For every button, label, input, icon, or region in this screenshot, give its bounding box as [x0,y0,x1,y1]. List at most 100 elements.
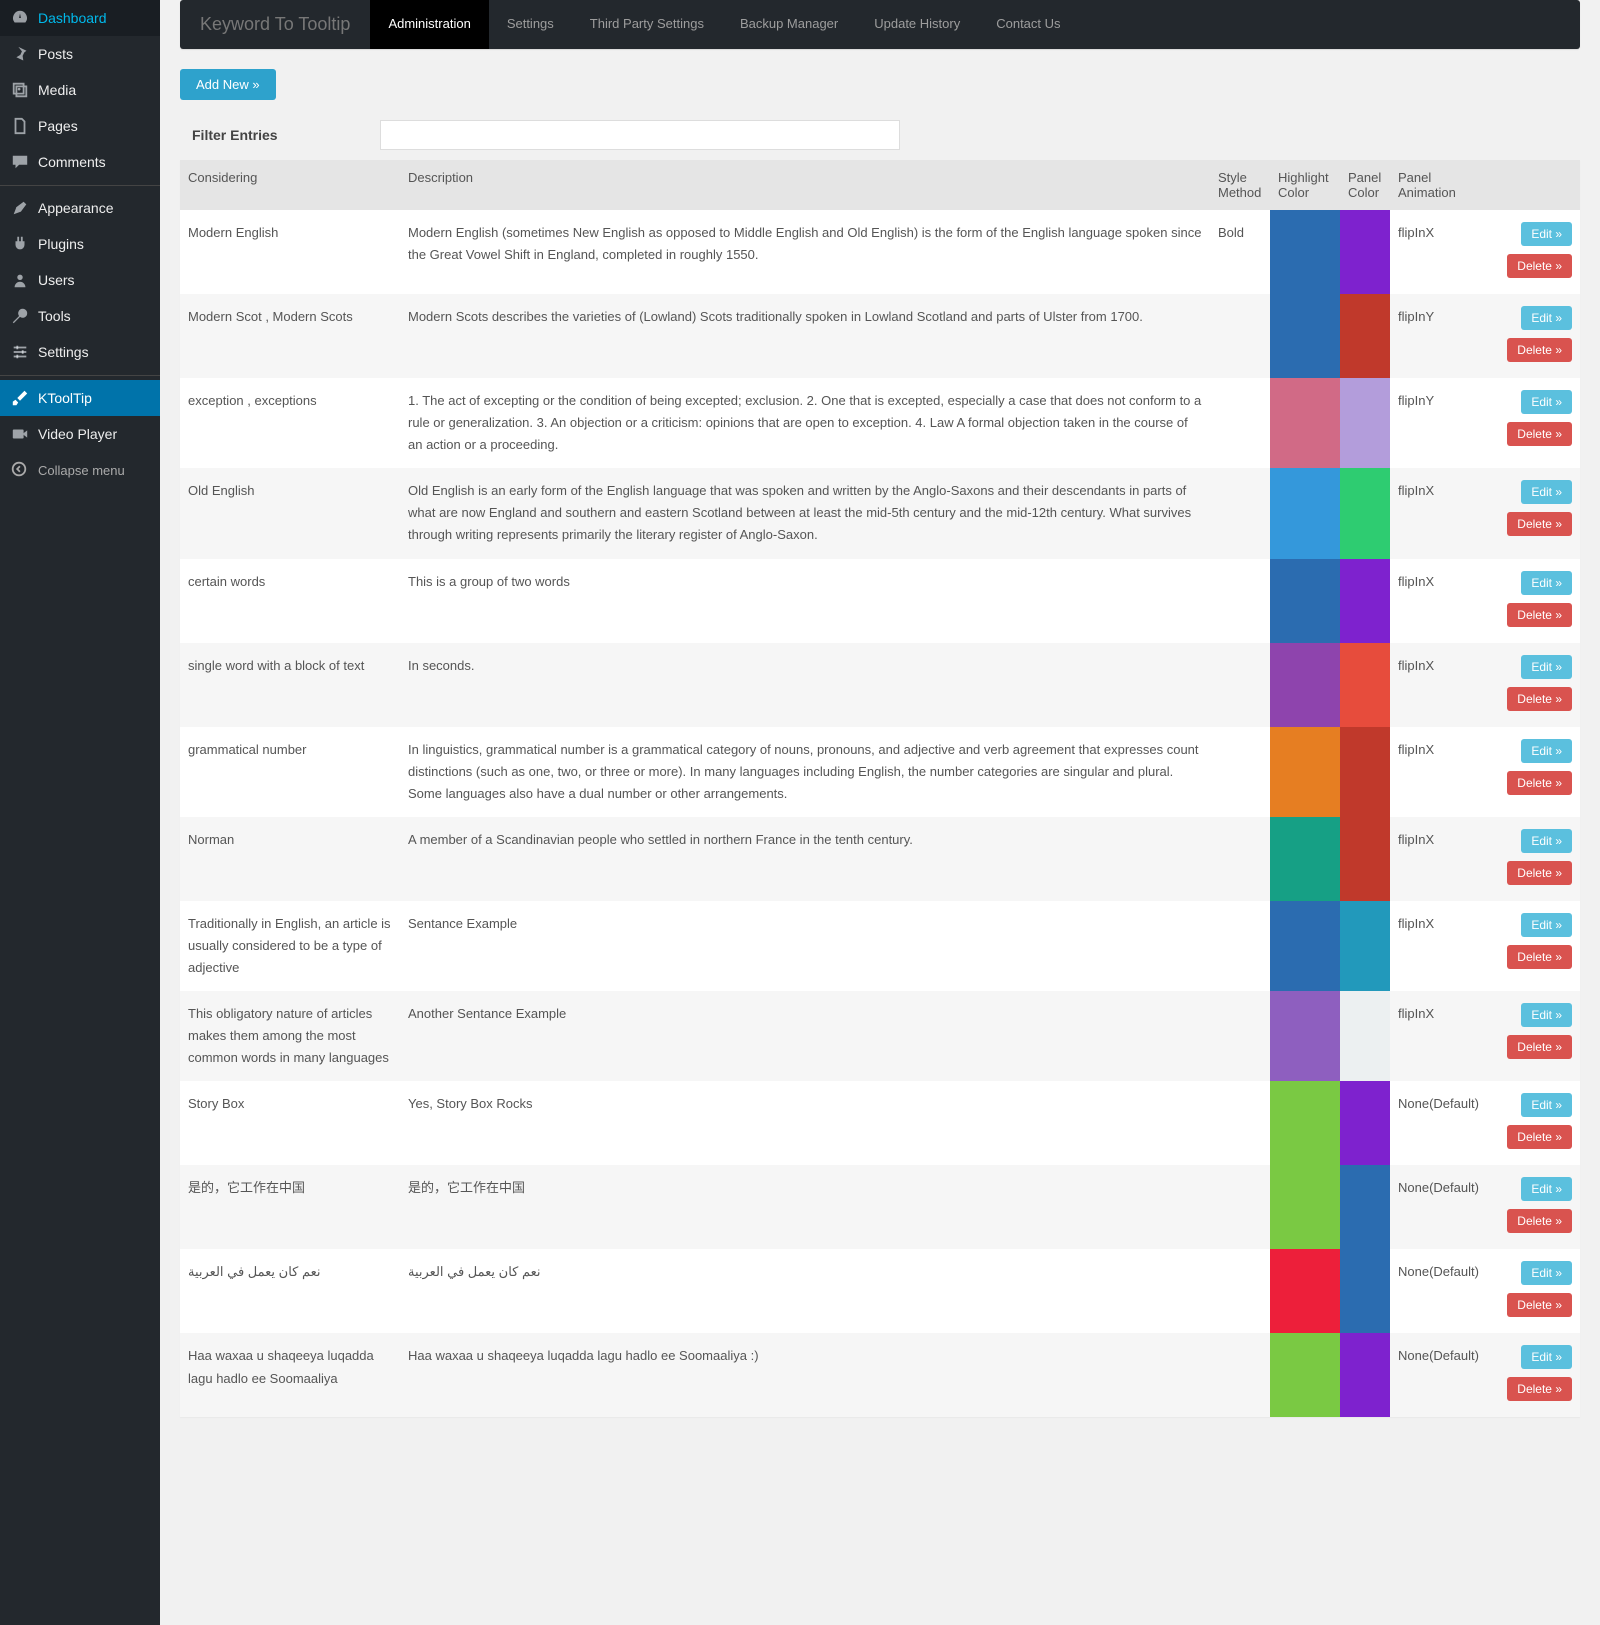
cell-style [1210,643,1270,727]
cell-highlight-color [1270,468,1340,558]
sidebar-item-pages[interactable]: Pages [0,108,160,144]
cell-panel-color [1340,991,1390,1081]
th-actions [1490,160,1580,210]
cell-style [1210,559,1270,643]
cell-panel-color [1340,378,1390,468]
nav-contact-us[interactable]: Contact Us [978,0,1078,49]
cell-considering: This obligatory nature of articles makes… [180,991,400,1081]
cell-considering: Haa waxaa u shaqeeya luqadda lagu hadlo … [180,1333,400,1417]
table-row: Haa waxaa u shaqeeya luqadda lagu hadlo … [180,1333,1580,1417]
cell-description: 是的，它工作在中国 [400,1165,1210,1249]
tools-icon [10,306,30,326]
cell-panel-color [1340,1249,1390,1333]
cell-description: Another Sentance Example [400,991,1210,1081]
delete-button[interactable]: Delete » [1507,1209,1572,1233]
cell-style [1210,991,1270,1081]
sidebar-item-video-player[interactable]: Video Player [0,416,160,452]
delete-button[interactable]: Delete » [1507,1125,1572,1149]
cell-highlight-color [1270,991,1340,1081]
delete-button[interactable]: Delete » [1507,861,1572,885]
delete-button[interactable]: Delete » [1507,254,1572,278]
cell-highlight-color [1270,727,1340,817]
pin-icon [10,44,30,64]
dashboard-icon [10,8,30,28]
table-row: grammatical numberIn linguistics, gramma… [180,727,1580,817]
nav-update-history[interactable]: Update History [856,0,978,49]
cell-actions: Edit » Delete » [1490,468,1580,558]
edit-button[interactable]: Edit » [1521,655,1572,679]
cell-considering: single word with a block of text [180,643,400,727]
nav-third-party-settings[interactable]: Third Party Settings [572,0,722,49]
add-new-button[interactable]: Add New » [180,69,276,100]
delete-button[interactable]: Delete » [1507,422,1572,446]
delete-button[interactable]: Delete » [1507,1293,1572,1317]
nav-administration[interactable]: Administration [370,0,488,49]
edit-button[interactable]: Edit » [1521,390,1572,414]
settings-icon [10,342,30,362]
edit-button[interactable]: Edit » [1521,571,1572,595]
cell-highlight-color [1270,1249,1340,1333]
edit-button[interactable]: Edit » [1521,222,1572,246]
sidebar-item-posts[interactable]: Posts [0,36,160,72]
edit-button[interactable]: Edit » [1521,306,1572,330]
cell-description: 1. The act of excepting or the condition… [400,378,1210,468]
cell-description: In linguistics, grammatical number is a … [400,727,1210,817]
filter-input[interactable] [380,120,900,150]
cell-panel-color [1340,1333,1390,1417]
cell-highlight-color [1270,1333,1340,1417]
cell-style [1210,901,1270,991]
delete-button[interactable]: Delete » [1507,945,1572,969]
edit-button[interactable]: Edit » [1521,739,1572,763]
cell-panel-color [1340,727,1390,817]
cell-animation: flipInX [1390,901,1490,991]
delete-button[interactable]: Delete » [1507,1377,1572,1401]
edit-button[interactable]: Edit » [1521,1177,1572,1201]
delete-button[interactable]: Delete » [1507,338,1572,362]
th-style: Style Method [1210,160,1270,210]
collapse-menu[interactable]: Collapse menu [0,452,160,489]
sidebar-item-ktooltip[interactable]: KToolTip [0,380,160,416]
cell-highlight-color [1270,817,1340,901]
delete-button[interactable]: Delete » [1507,512,1572,536]
edit-button[interactable]: Edit » [1521,829,1572,853]
cell-panel-color [1340,1165,1390,1249]
nav-settings[interactable]: Settings [489,0,572,49]
sidebar-item-media[interactable]: Media [0,72,160,108]
sidebar-item-label: Posts [38,46,73,62]
nav-backup-manager[interactable]: Backup Manager [722,0,856,49]
cell-actions: Edit » Delete » [1490,991,1580,1081]
sidebar-item-tools[interactable]: Tools [0,298,160,334]
cell-actions: Edit » Delete » [1490,1081,1580,1165]
cell-panel-color [1340,901,1390,991]
edit-button[interactable]: Edit » [1521,1261,1572,1285]
cell-style [1210,1333,1270,1417]
edit-button[interactable]: Edit » [1521,480,1572,504]
cell-highlight-color [1270,210,1340,294]
delete-button[interactable]: Delete » [1507,687,1572,711]
edit-button[interactable]: Edit » [1521,1345,1572,1369]
sidebar-item-settings[interactable]: Settings [0,334,160,370]
cell-actions: Edit » Delete » [1490,901,1580,991]
table-row: Story BoxYes, Story Box RocksNone(Defaul… [180,1081,1580,1165]
delete-button[interactable]: Delete » [1507,603,1572,627]
cell-panel-color [1340,468,1390,558]
edit-button[interactable]: Edit » [1521,1003,1572,1027]
sidebar-item-label: Settings [38,344,89,360]
sidebar-item-users[interactable]: Users [0,262,160,298]
delete-button[interactable]: Delete » [1507,771,1572,795]
sidebar-item-dashboard[interactable]: Dashboard [0,0,160,36]
cell-actions: Edit » Delete » [1490,643,1580,727]
sidebar-item-comments[interactable]: Comments [0,144,160,180]
sidebar-item-plugins[interactable]: Plugins [0,226,160,262]
cell-description: نعم كان يعمل في العربية [400,1249,1210,1333]
cell-panel-color [1340,294,1390,378]
edit-button[interactable]: Edit » [1521,1093,1572,1117]
cell-considering: Traditionally in English, an article is … [180,901,400,991]
sidebar-item-appearance[interactable]: Appearance [0,190,160,226]
cell-highlight-color [1270,901,1340,991]
cell-description: In seconds. [400,643,1210,727]
delete-button[interactable]: Delete » [1507,1035,1572,1059]
edit-button[interactable]: Edit » [1521,913,1572,937]
cell-panel-color [1340,817,1390,901]
cell-description: Sentance Example [400,901,1210,991]
